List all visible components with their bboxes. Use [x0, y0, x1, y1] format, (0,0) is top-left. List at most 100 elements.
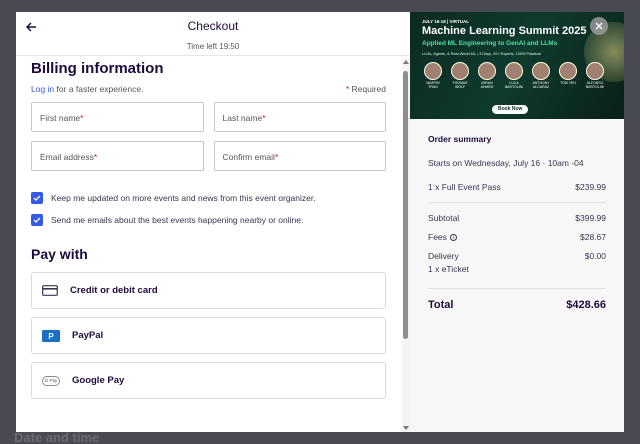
fees-line: Fees i $28.67 — [428, 232, 606, 242]
page-title: Checkout — [187, 19, 239, 33]
speaker-photo — [478, 62, 496, 80]
first-name-required-star: * — [80, 113, 84, 123]
pay-option-google-pay-label: Google Pay — [72, 375, 125, 386]
speaker-name: LUCA BARTOLINI — [504, 81, 524, 89]
pay-option-google-pay[interactable]: G Pay Google Pay — [31, 362, 386, 399]
speaker: ALFONSO BARTOLINI — [584, 62, 606, 89]
confirm-email-field[interactable]: Confirm email* — [213, 141, 386, 171]
last-name-field[interactable]: Last name* — [213, 102, 386, 132]
speaker: THOMAS WOLF — [449, 62, 471, 89]
checkout-form-panel: Checkout Time left 19:50 Billing informa… — [16, 12, 410, 432]
speaker: LUCA BARTOLINI — [503, 62, 525, 89]
divider — [428, 202, 606, 203]
close-icon — [595, 22, 603, 30]
login-text: Log in for a faster experience. — [31, 84, 143, 94]
background-section-heading: Date and time — [14, 430, 100, 444]
opt-in-checkboxes: Keep me updated on more events and news … — [31, 187, 386, 231]
confirm-email-placeholder: Confirm email — [222, 152, 275, 162]
fees-value: $28.67 — [580, 232, 606, 242]
event-emails-checkbox-row[interactable]: Send me emails about the best events hap… — [31, 209, 386, 231]
book-now-button[interactable]: Book Now — [492, 105, 529, 114]
pay-option-paypal-label: PayPal — [72, 330, 104, 341]
order-summary: Order summary Starts on Wednesday, July … — [428, 134, 606, 311]
banner-subtitle: Applied ML Engineering to GenAI and LLMs — [422, 40, 558, 47]
email-placeholder: Email address — [40, 152, 94, 162]
speaker-name: THOMAS WOLF — [452, 81, 468, 89]
ticket-price: $239.99 — [575, 182, 606, 192]
first-name-placeholder: First name — [40, 113, 81, 123]
order-summary-panel: JULY 16-18 | VIRTUAL Machine Learning Su… — [410, 12, 624, 432]
event-emails-label: Send me emails about the best events hap… — [51, 215, 304, 225]
banner-date: JULY 16-18 | VIRTUAL — [422, 19, 470, 24]
banner-tagline: LLMs, Agents, & Real-World ML • 3 Days, … — [422, 52, 541, 56]
banner-title: Machine Learning Summit 2025 — [422, 25, 587, 37]
scroll-up-arrow[interactable] — [403, 60, 409, 64]
total-label: Total — [428, 299, 454, 311]
subtotal-label: Subtotal — [428, 213, 460, 223]
delivery-value: $0.00 — [584, 251, 606, 261]
paypal-icon: P — [42, 329, 60, 342]
speaker-list: MARTIN TRAN THOMAS WOLF IMRAN AHMED LUCA… — [422, 62, 606, 89]
eticket-line: 1 x eTicket — [428, 264, 469, 274]
info-icon[interactable]: i — [449, 234, 457, 242]
scroll-down-arrow[interactable] — [403, 426, 409, 430]
name-row: First name* Last name* — [31, 102, 386, 132]
pay-option-card-label: Credit or debit card — [70, 285, 158, 296]
delivery-line: Delivery $0.00 — [428, 251, 606, 261]
speaker-photo — [451, 62, 469, 80]
pay-with-heading: Pay with — [31, 246, 88, 262]
speaker-photo — [505, 62, 523, 80]
speaker-photo — [586, 62, 604, 80]
divider — [428, 288, 606, 289]
subtotal-line: Subtotal $399.99 — [428, 213, 606, 223]
first-name-field[interactable]: First name* — [31, 102, 204, 132]
checkmark-icon — [33, 195, 41, 201]
speaker-name: MARTIN TRAN — [426, 81, 440, 89]
billing-form: Billing information Log in for a faster … — [31, 58, 386, 399]
svg-text:P: P — [48, 332, 54, 341]
checkout-header: Checkout Time left 19:50 — [16, 12, 410, 56]
subtotal-value: $399.99 — [575, 213, 606, 223]
email-field[interactable]: Email address* — [31, 141, 204, 171]
time-left: Time left 19:50 — [186, 42, 240, 51]
event-banner: JULY 16-18 | VIRTUAL Machine Learning Su… — [410, 12, 624, 119]
pay-option-card[interactable]: Credit or debit card — [31, 272, 386, 309]
fees-label: Fees — [428, 232, 447, 242]
form-scrollbar[interactable] — [402, 58, 410, 432]
speaker: MARTIN TRAN — [422, 62, 444, 89]
checkout-modal: Checkout Time left 19:50 Billing informa… — [16, 12, 624, 432]
event-start-time: Starts on Wednesday, July 16 · 10am -04 — [428, 158, 584, 168]
speaker-photo — [532, 62, 550, 80]
total-line: Total $428.66 — [428, 299, 606, 311]
close-button[interactable] — [590, 17, 608, 35]
required-note: * Required — [346, 84, 386, 94]
speaker: IMRAN AHMED — [476, 62, 498, 89]
last-name-required-star: * — [262, 113, 266, 123]
total-value: $428.66 — [566, 299, 606, 311]
credit-card-icon — [42, 285, 58, 296]
speaker-photo — [424, 62, 442, 80]
speaker-photo — [559, 62, 577, 80]
speaker-name: ALFONSO BARTOLINI — [585, 81, 605, 89]
order-summary-title: Order summary — [428, 134, 492, 144]
last-name-placeholder: Last name — [222, 113, 263, 123]
fees-label-wrap: Fees i — [428, 232, 457, 242]
delivery-label: Delivery — [428, 251, 459, 261]
required-text: Required — [349, 84, 387, 94]
checkmark-icon — [33, 217, 41, 223]
event-emails-checkbox[interactable] — [31, 214, 43, 226]
google-pay-icon: G Pay — [42, 375, 60, 386]
login-suffix: for a faster experience. — [54, 84, 144, 94]
ticket-label: 1 x Full Event Pass — [428, 182, 501, 192]
speaker: ANTHONY ALCARAZ — [530, 62, 552, 89]
organizer-updates-checkbox-row[interactable]: Keep me updated on more events and news … — [31, 187, 386, 209]
organizer-updates-checkbox[interactable] — [31, 192, 43, 204]
pay-option-paypal[interactable]: P PayPal — [31, 317, 386, 354]
ticket-line: 1 x Full Event Pass $239.99 — [428, 182, 606, 192]
login-link[interactable]: Log in — [31, 84, 54, 94]
confirm-email-required-star: * — [274, 152, 279, 162]
speaker-name: TOM YEH — [560, 81, 576, 85]
scrollbar-thumb[interactable] — [403, 71, 408, 339]
email-required-star: * — [93, 152, 98, 162]
speaker: TOM YEH — [557, 62, 579, 89]
